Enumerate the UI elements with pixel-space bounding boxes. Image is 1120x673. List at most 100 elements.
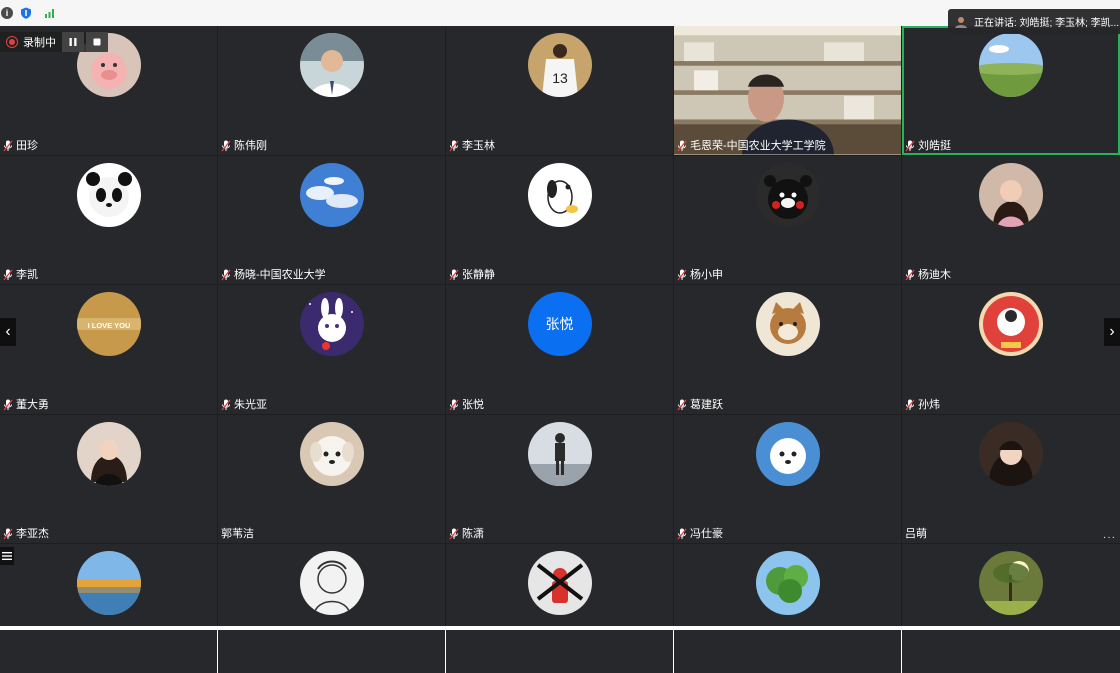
recording-indicator: 录制中	[0, 32, 108, 52]
recording-label: 录制中	[23, 37, 56, 49]
participant-name-label: 李亚杰	[16, 528, 49, 540]
participant-name: 陈潇	[449, 527, 484, 541]
participant-tile[interactable]: 张静静	[446, 155, 673, 284]
more-options-icon[interactable]: ···	[1103, 532, 1116, 543]
participant-name-label: 陈潇	[462, 528, 484, 540]
participant-name-label: 杨晓-中国农业大学	[234, 269, 326, 281]
participant-name: 张静静	[449, 268, 495, 282]
avatar-kumamon	[755, 162, 820, 227]
participant-tile[interactable]: 陈潇	[446, 414, 673, 543]
participant-name: 朱光亚	[221, 398, 267, 412]
microphone-icon	[677, 399, 687, 410]
participant-name-label: 李凯	[16, 269, 38, 281]
previous-page-button[interactable]: ‹	[0, 318, 16, 346]
participant-tile[interactable]: 李凯	[0, 155, 217, 284]
bottom-toolbar	[0, 626, 1120, 630]
microphone-icon	[3, 399, 13, 410]
signal-icon	[45, 9, 54, 18]
participant-tile[interactable]: 朱光亚	[218, 285, 445, 414]
participant-name: 毛恩荣-中国农业大学工学院	[677, 139, 826, 153]
microphone-icon	[221, 140, 231, 151]
participant-name-label: 吕萌	[905, 528, 927, 540]
participant-name-label: 张悦	[462, 398, 484, 411]
svg-text:I LOVE YOU: I LOVE YOU	[87, 321, 130, 330]
avatar-chinese-new-year	[979, 292, 1043, 356]
participant-name-label: 杨迪木	[918, 269, 951, 281]
participant-tile[interactable]: 杨小申	[674, 155, 901, 284]
participant-tile[interactable]: 陈伟刚	[218, 26, 445, 155]
avatar-i-love-you: I LOVE YOU	[76, 292, 141, 356]
participant-tile[interactable]: 郭苇洁	[218, 414, 445, 543]
chevron-right-icon: ›	[1109, 323, 1115, 340]
participant-tile[interactable]	[902, 544, 1120, 673]
avatar-tree-sunlight	[979, 551, 1043, 615]
hamburger-icon	[2, 552, 12, 560]
participant-tile[interactable]: 葛建跃	[674, 285, 901, 414]
participant-tile[interactable]: 冯仕豪	[674, 414, 901, 543]
participant-tile[interactable]: 13 李玉林	[446, 26, 673, 155]
participant-tile[interactable]	[446, 544, 673, 673]
pause-icon	[69, 38, 77, 46]
participant-tile[interactable]: 杨迪木	[902, 155, 1120, 284]
participant-tile[interactable]	[0, 544, 217, 673]
participant-name: 董大勇	[3, 398, 49, 412]
avatar-jersey-13: 13	[527, 33, 592, 97]
pause-recording-button[interactable]	[62, 32, 84, 52]
avatar-woman-black	[76, 421, 141, 486]
speaking-avatar-icon	[955, 16, 967, 28]
avatar-dog-white	[299, 421, 364, 486]
participant-tile[interactable]: 孙炜	[902, 285, 1120, 414]
participant-tile[interactable]: 毛恩荣-中国农业大学工学院	[674, 26, 901, 155]
participant-name: 杨晓-中国农业大学	[221, 268, 326, 282]
shield-icon[interactable]	[20, 7, 32, 19]
menu-button[interactable]	[0, 547, 14, 565]
participant-tile[interactable]: I LOVE YOU 董大勇	[0, 285, 217, 414]
participant-name: 李玉林	[449, 139, 495, 153]
info-icon[interactable]: i	[1, 7, 13, 19]
participant-tile[interactable]: 杨晓-中国农业大学	[218, 155, 445, 284]
participant-grid: 田珍 陈伟刚 13 李玉林 毛恩荣-中国农业大学工学院 刘皓挺 李凯 杨晓-中国农业大学 张静静…	[0, 26, 1120, 673]
speaking-text: 正在讲话: 刘皓挺; 李玉林; 李凯...	[974, 18, 1120, 29]
stop-recording-button[interactable]	[86, 32, 108, 52]
avatar-puppy	[755, 421, 820, 486]
avatar-man-portrait	[299, 33, 364, 97]
avatar-clouds	[299, 162, 364, 227]
participant-name-label: 董大勇	[16, 398, 49, 411]
participant-tile[interactable]: 吕萌	[902, 414, 1120, 543]
avatar-trees	[755, 551, 820, 615]
participant-name: 孙炜	[905, 398, 940, 412]
video-frame-image	[674, 26, 901, 155]
participant-name-label: 李玉林	[462, 139, 495, 152]
microphone-icon	[449, 269, 459, 281]
participant-tile[interactable]	[674, 544, 901, 673]
participant-name-label: 朱光亚	[234, 398, 267, 411]
avatar-panda	[76, 162, 141, 227]
microphone-icon	[449, 140, 459, 151]
microphone-icon	[3, 269, 13, 281]
avatar-sketch	[299, 551, 364, 615]
avatar-landscape	[979, 33, 1043, 97]
participant-tile[interactable]: 张悦 张悦	[446, 285, 673, 414]
participant-tile[interactable]	[218, 544, 445, 673]
participant-name: 刘皓挺	[905, 139, 951, 153]
participant-tile[interactable]: 刘皓挺	[902, 26, 1120, 155]
participant-name-label: 刘皓挺	[918, 139, 951, 152]
participant-name: 郭苇洁	[221, 527, 254, 541]
participant-name: 张悦	[449, 398, 484, 412]
participant-name: 李亚杰	[3, 527, 49, 541]
avatar-cat	[755, 292, 820, 356]
stop-icon	[93, 38, 101, 46]
avatar-girl-pink	[979, 162, 1043, 227]
record-dot-icon	[6, 36, 18, 48]
microphone-icon	[3, 140, 13, 151]
next-page-button[interactable]: ›	[1104, 318, 1120, 346]
avatar-initials: 张悦	[527, 292, 592, 356]
participant-name-label: 葛建跃	[690, 398, 723, 411]
participant-name-label: 陈伟刚	[234, 139, 267, 152]
avatar-girl-anime	[979, 421, 1043, 486]
microphone-icon	[449, 399, 459, 410]
participant-name: 陈伟刚	[221, 139, 267, 153]
svg-text:13: 13	[552, 70, 568, 86]
avatar-bunny	[299, 292, 364, 356]
participant-tile[interactable]: 李亚杰	[0, 414, 217, 543]
